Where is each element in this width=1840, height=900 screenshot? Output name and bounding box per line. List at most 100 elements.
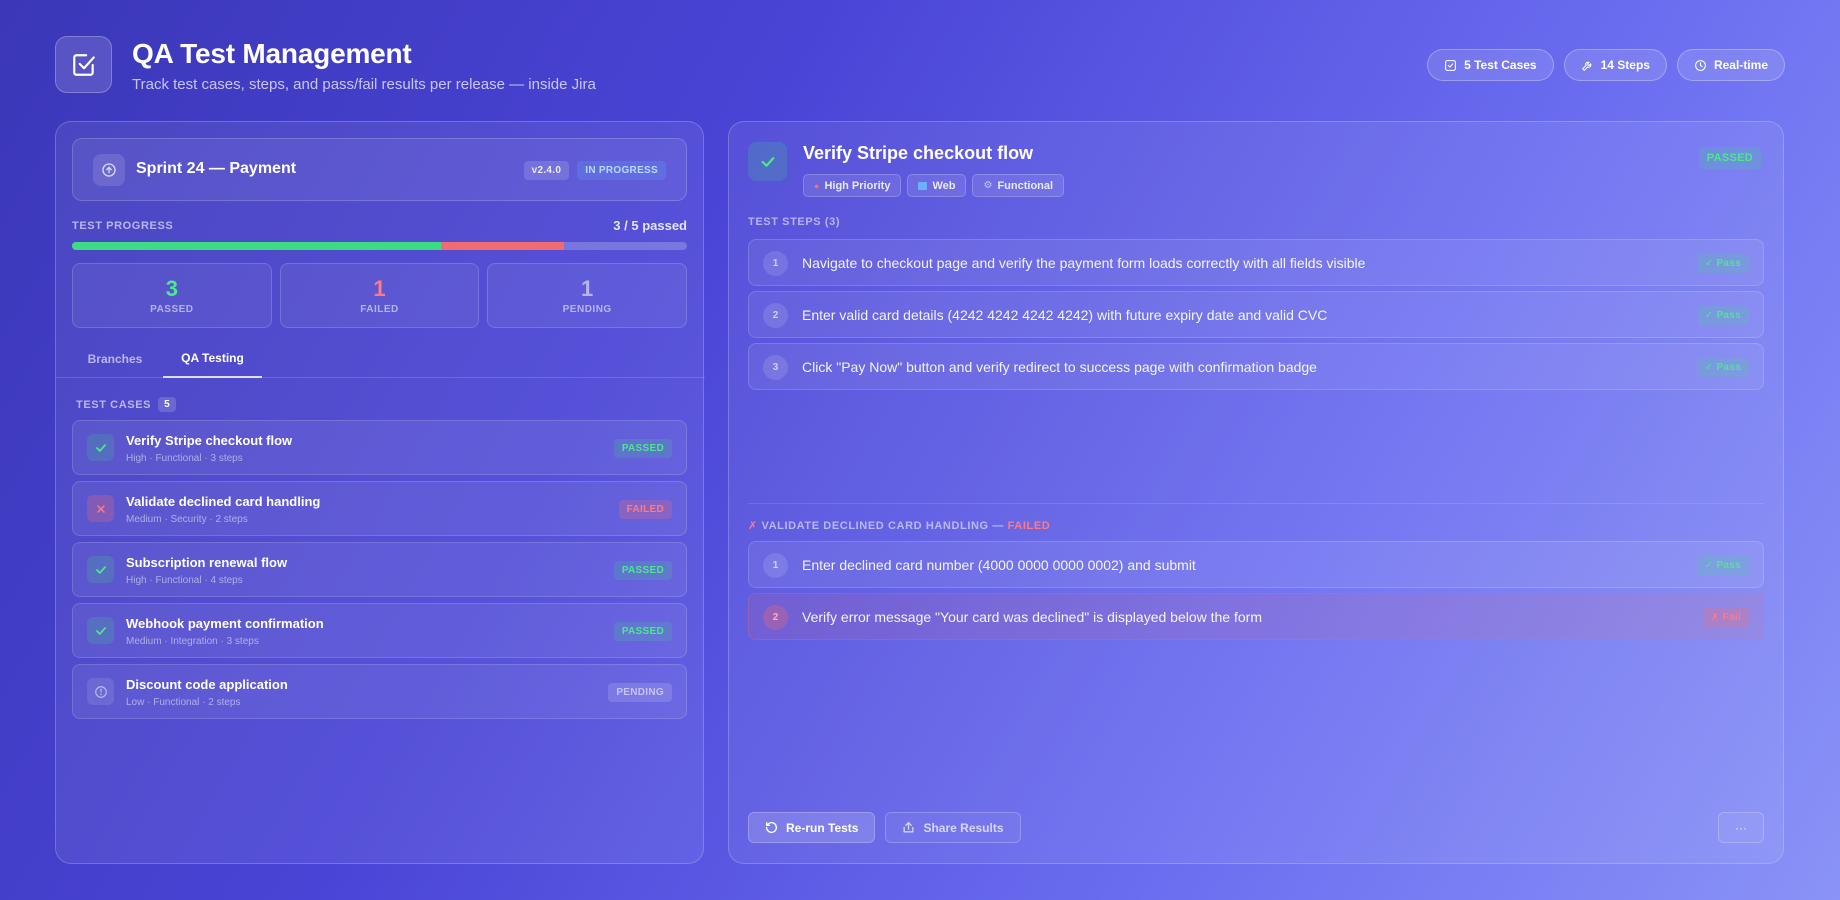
- stat-label: PASSED: [150, 303, 194, 315]
- chip-label: Real-time: [1713, 58, 1768, 72]
- test-case-title: Discount code application: [126, 677, 288, 692]
- test-case-title: Validate declined card handling: [126, 494, 321, 509]
- status-badge: PASSED: [613, 439, 672, 458]
- chip-test-cases[interactable]: 5 Test Cases: [1427, 49, 1554, 81]
- step-text: Enter valid card details (4242 4242 4242…: [802, 307, 1328, 323]
- pin-icon: ●: [814, 180, 820, 191]
- test-step: 1 Navigate to checkout page and verify t…: [748, 239, 1764, 286]
- share-results-button[interactable]: Share Results: [885, 812, 1021, 843]
- pending-clock-icon: [87, 678, 114, 705]
- check-icon: [87, 556, 114, 583]
- step-result-badge: ✓ Pass: [1696, 358, 1749, 377]
- sprint-badges: v2.4.0 IN PROGRESS: [523, 161, 666, 180]
- monitor-icon: [918, 181, 928, 190]
- test-cases-count: 5: [158, 397, 177, 412]
- check-icon: [87, 617, 114, 644]
- failed-case-title: VALIDATE DECLINED CARD HANDLING —: [761, 520, 1004, 532]
- tag-label: Functional: [997, 179, 1054, 192]
- test-case-item[interactable]: Subscription renewal flow High · Functio…: [72, 542, 687, 597]
- step-text: Enter declined card number (4000 0000 00…: [802, 557, 1196, 573]
- priority-tag: ● High Priority: [803, 174, 902, 197]
- stat-failed: 1 FAILED: [279, 263, 480, 328]
- status-badge: PASSED: [613, 561, 672, 580]
- refresh-icon: [765, 821, 778, 834]
- test-case-list: Verify Stripe checkout flow High · Funct…: [72, 420, 687, 725]
- test-case-title: Subscription renewal flow: [126, 555, 288, 570]
- test-case-item[interactable]: Validate declined card handling Medium ·…: [72, 481, 687, 536]
- status-badge: PASSED: [613, 622, 672, 641]
- button-label: Re-run Tests: [786, 820, 859, 835]
- progress-bar: [72, 242, 687, 250]
- test-step: 2 Verify error message "Your card was de…: [748, 593, 1764, 640]
- more-options-button[interactable]: ···: [1718, 812, 1764, 843]
- failed-steps-list: 1 Enter declined card number (4000 0000 …: [748, 541, 1764, 645]
- wrench-icon: [1581, 61, 1591, 71]
- chip-realtime[interactable]: Real-time: [1676, 49, 1785, 81]
- stat-pending: 1 PENDING: [487, 263, 688, 328]
- app-header: QA Test Management Track test cases, ste…: [55, 36, 1785, 98]
- version-badge: v2.4.0: [523, 161, 570, 180]
- test-case-meta: Low · Functional · 2 steps: [126, 697, 241, 708]
- platform-tag: Web: [907, 174, 967, 197]
- stat-label: PENDING: [562, 303, 612, 315]
- step-number: 3: [763, 355, 788, 380]
- progress-label: TEST PROGRESS: [72, 220, 174, 232]
- action-bar: Re-run Tests Share Results: [748, 812, 1021, 843]
- stat-value: 1: [581, 275, 594, 301]
- arrow-up-circle-icon: [93, 154, 125, 186]
- tab-bar: Branches QA Testing: [56, 340, 705, 378]
- status-badge: PASSED: [1698, 147, 1761, 169]
- chip-steps[interactable]: 14 Steps: [1563, 49, 1667, 81]
- sprint-card[interactable]: Sprint 24 — Payment v2.4.0 IN PROGRESS: [72, 138, 687, 201]
- step-number: 2: [763, 605, 788, 630]
- clock-icon: [1695, 59, 1706, 71]
- app-subtitle: Track test cases, steps, and pass/fail r…: [132, 76, 596, 93]
- sprint-title: Sprint 24 — Payment: [136, 160, 297, 177]
- test-case-item[interactable]: Webhook payment confirmation Medium · In…: [72, 603, 687, 658]
- x-icon: ✗: [748, 520, 758, 532]
- test-case-item[interactable]: Discount code application Low · Function…: [72, 664, 687, 719]
- tab-qa-testing[interactable]: QA Testing: [163, 340, 262, 378]
- stat-passed: 3 PASSED: [72, 263, 272, 328]
- test-case-meta: High · Functional · 3 steps: [126, 453, 243, 464]
- test-case-meta: High · Functional · 4 steps: [126, 575, 243, 586]
- check-icon: [87, 434, 114, 461]
- test-detail-panel: Verify Stripe checkout flow ● High Prior…: [728, 121, 1784, 864]
- sprint-panel: Sprint 24 — Payment v2.4.0 IN PROGRESS T…: [55, 121, 705, 864]
- failed-case-status: FAILED: [1007, 520, 1051, 532]
- check-icon: [748, 142, 787, 181]
- test-case-meta: Medium · Security · 2 steps: [126, 514, 248, 525]
- failed-case-heading: ✗ VALIDATE DECLINED CARD HANDLING — FAIL…: [748, 519, 1050, 532]
- step-result-badge: ✓ Pass: [1696, 254, 1749, 273]
- test-step: 2 Enter valid card details (4242 4242 42…: [748, 291, 1764, 338]
- detail-tags: ● High Priority Web ⚙ Functional: [803, 174, 1065, 197]
- detail-title: Verify Stripe checkout flow: [803, 143, 1034, 163]
- progress-failed-segment: [441, 242, 564, 250]
- test-case-meta: Medium · Integration · 3 steps: [126, 636, 259, 647]
- type-tag: ⚙ Functional: [972, 174, 1065, 197]
- step-number: 1: [763, 251, 788, 276]
- tag-label: High Priority: [824, 179, 891, 192]
- rerun-tests-button[interactable]: Re-run Tests: [748, 812, 876, 843]
- stats-row: 3 PASSED 1 FAILED 1 PENDING: [72, 263, 688, 328]
- section-divider: [748, 503, 1764, 504]
- step-result-badge: ✓ Pass: [1696, 556, 1749, 575]
- share-icon: [903, 821, 914, 833]
- step-text: Navigate to checkout page and verify the…: [802, 255, 1366, 271]
- step-number: 2: [763, 303, 788, 328]
- x-icon: [87, 495, 114, 522]
- checkbox-icon: [55, 36, 112, 93]
- gear-icon: ⚙: [983, 180, 993, 191]
- progress-passed-segment: [72, 242, 441, 250]
- status-badge: IN PROGRESS: [577, 161, 666, 180]
- progress-summary: 3 / 5 passed: [613, 218, 687, 233]
- test-case-title: Verify Stripe checkout flow: [126, 433, 293, 448]
- checkbox-icon: [1445, 59, 1457, 71]
- test-case-item[interactable]: Verify Stripe checkout flow High · Funct…: [72, 420, 687, 475]
- status-badge: PENDING: [608, 683, 672, 702]
- test-cases-title: TEST CASES: [76, 398, 152, 411]
- tab-branches[interactable]: Branches: [72, 340, 158, 378]
- step-number: 1: [763, 553, 788, 578]
- test-step: 1 Enter declined card number (4000 0000 …: [748, 541, 1764, 588]
- test-steps-title: TEST STEPS (3): [748, 216, 841, 228]
